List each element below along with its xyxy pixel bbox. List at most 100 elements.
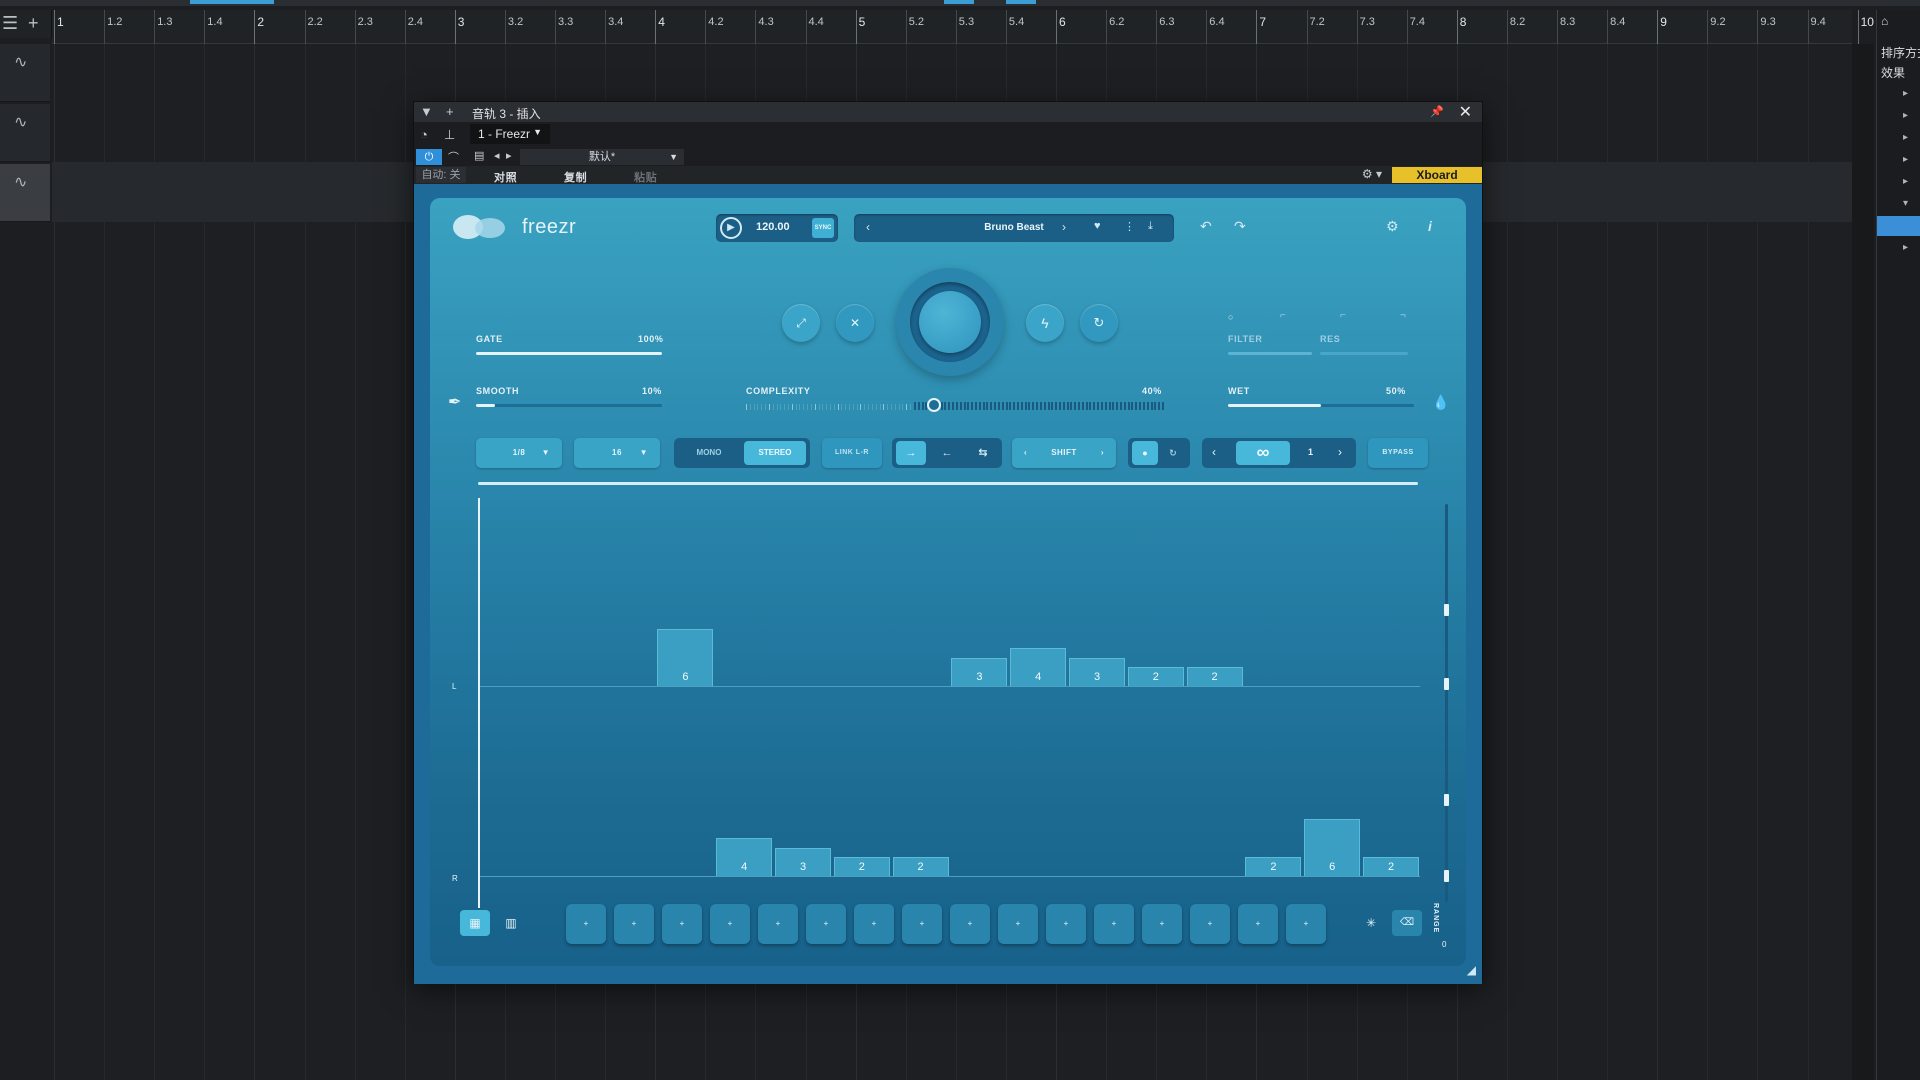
step-button[interactable]: + bbox=[1142, 904, 1182, 944]
play-button[interactable]: ▶ bbox=[720, 217, 742, 239]
effects-tab[interactable]: 效果 bbox=[1881, 64, 1905, 81]
sparkle-icon[interactable]: ✳ bbox=[1356, 910, 1386, 936]
prev-preset-icon[interactable]: ◂ bbox=[494, 149, 500, 162]
loop-prev-chevron-icon[interactable]: ‹ bbox=[1212, 445, 1216, 459]
bandpass-shape-icon[interactable]: ⌐ bbox=[1340, 310, 1346, 321]
vertical-scrollbar[interactable] bbox=[1852, 44, 1874, 1080]
step-button[interactable]: + bbox=[662, 904, 702, 944]
step-button[interactable]: + bbox=[806, 904, 846, 944]
step-button[interactable]: + bbox=[1286, 904, 1326, 944]
plugin-title-bar[interactable]: ▼ + 音轨 3 - 插入 📌 ✕ bbox=[414, 102, 1482, 122]
close-icon[interactable]: ✕ bbox=[1459, 102, 1472, 122]
download-icon[interactable]: ⤓ bbox=[1148, 220, 1153, 233]
step-button[interactable]: + bbox=[1046, 904, 1086, 944]
compare-button[interactable]: 对照 bbox=[494, 169, 517, 185]
highpass-shape-icon[interactable]: ¬ bbox=[1400, 310, 1406, 321]
preset-list-icon[interactable]: ▤ bbox=[474, 149, 484, 162]
undo-icon[interactable]: ↶ bbox=[1200, 218, 1212, 235]
expand-arrow-icon[interactable]: ▸ bbox=[1903, 132, 1908, 143]
expand-arrow-icon[interactable]: ▸ bbox=[1903, 154, 1908, 165]
redo-icon[interactable]: ↷ bbox=[1234, 218, 1246, 235]
shift-right-chevron-icon[interactable]: › bbox=[1101, 438, 1104, 468]
step-button[interactable]: + bbox=[902, 904, 942, 944]
step-button[interactable]: + bbox=[1094, 904, 1134, 944]
link-lr-button[interactable]: LINK L-R bbox=[822, 438, 882, 468]
shift-left-chevron-icon[interactable]: ‹ bbox=[1024, 438, 1027, 468]
insert-slot-dropdown[interactable]: 1 - Freezr ▼ bbox=[470, 124, 550, 144]
tempo-value[interactable]: 120.00 bbox=[756, 221, 790, 233]
add-track-icon[interactable]: + bbox=[28, 14, 39, 32]
range-marker[interactable] bbox=[1444, 870, 1449, 882]
expand-arrow-icon[interactable]: ▸ bbox=[1903, 176, 1908, 187]
menu-icon[interactable]: ☰ bbox=[2, 14, 18, 32]
sidechain-icon[interactable]: ⌒ bbox=[448, 149, 459, 165]
range-marker[interactable] bbox=[1444, 794, 1449, 806]
add-insert-icon[interactable]: + bbox=[446, 104, 454, 119]
randomize-button[interactable]: ⤢ bbox=[782, 304, 820, 342]
more-options-icon[interactable]: ⋮ bbox=[1124, 220, 1135, 233]
steps-dropdown[interactable]: 16 ▼ bbox=[574, 438, 660, 468]
infinity-loop-button[interactable]: ∞ bbox=[1236, 441, 1290, 465]
expand-arrow-icon[interactable]: ▸ bbox=[1903, 110, 1908, 121]
browser-selected-item[interactable] bbox=[1877, 216, 1920, 236]
filter-shape-icon[interactable]: ○ bbox=[1228, 312, 1233, 322]
track-header[interactable]: ∿ bbox=[0, 44, 50, 102]
division-dropdown[interactable]: 1/8 ▼ bbox=[476, 438, 562, 468]
step-button[interactable]: + bbox=[566, 904, 606, 944]
lowpass-shape-icon[interactable]: ⌐ bbox=[1280, 310, 1286, 321]
mono-button[interactable]: MONO bbox=[678, 441, 740, 465]
pin-icon[interactable]: 📌 bbox=[1430, 105, 1444, 118]
direction-forward-button[interactable]: → bbox=[896, 441, 926, 465]
expand-arrow-icon[interactable]: ▸ bbox=[1903, 88, 1908, 99]
direction-pingpong-button[interactable]: ⇆ bbox=[968, 441, 998, 465]
stereo-button[interactable]: STEREO bbox=[744, 441, 806, 465]
next-preset-chevron-icon[interactable]: › bbox=[1062, 220, 1066, 234]
info-icon[interactable]: i bbox=[1428, 218, 1432, 234]
resize-grip-icon[interactable]: ◢ bbox=[1467, 963, 1476, 977]
range-marker[interactable] bbox=[1444, 678, 1449, 690]
lightning-button[interactable]: ϟ bbox=[1026, 304, 1064, 342]
shuffle-button[interactable]: ✕ bbox=[836, 304, 874, 342]
hierarchy-icon[interactable]: ⊥ bbox=[444, 127, 455, 143]
track-header-selected[interactable]: ∿ bbox=[0, 164, 50, 222]
routing-icon[interactable]: ◔ bbox=[420, 127, 428, 142]
step-button[interactable]: + bbox=[614, 904, 654, 944]
sort-label[interactable]: 排序方式 bbox=[1881, 44, 1920, 61]
gear-icon[interactable]: ⚙ ▾ bbox=[1362, 167, 1382, 181]
refresh-button[interactable]: ↻ bbox=[1080, 304, 1118, 342]
heart-icon[interactable]: ♥ bbox=[1094, 220, 1101, 232]
step-button[interactable]: + bbox=[710, 904, 750, 944]
range-slider[interactable] bbox=[1445, 504, 1448, 902]
step-button[interactable]: + bbox=[758, 904, 798, 944]
range-marker[interactable] bbox=[1444, 604, 1449, 616]
record-loop-button[interactable]: ↻ bbox=[1160, 441, 1186, 465]
timeline-ruler[interactable]: 1 1.2 1.3 1.4 2 2.2 2.3 2.4 3 3.2 3.3 3.4 4 4.2 4.3 4.4… bbox=[52, 10, 1874, 44]
complexity-slider[interactable] bbox=[746, 402, 1164, 410]
piano-view-button[interactable]: ▥ bbox=[496, 910, 526, 936]
filter-slider[interactable] bbox=[1228, 352, 1312, 355]
wet-slider[interactable] bbox=[1228, 404, 1414, 407]
record-dot-button[interactable]: ● bbox=[1132, 441, 1158, 465]
clear-steps-icon[interactable]: ⌫ bbox=[1392, 910, 1422, 936]
copy-button[interactable]: 复制 bbox=[564, 169, 587, 185]
step-button[interactable]: + bbox=[854, 904, 894, 944]
bypass-button[interactable]: BYPASS bbox=[1368, 438, 1428, 468]
preset-name[interactable]: Bruno Beast bbox=[914, 222, 1114, 233]
home-icon[interactable]: ⌂ bbox=[1881, 14, 1888, 28]
automation-toggle[interactable]: 自动: 关 bbox=[416, 167, 466, 183]
freeze-knob[interactable] bbox=[919, 291, 981, 353]
grid-view-button[interactable]: ▦ bbox=[460, 910, 490, 936]
step-button[interactable]: + bbox=[950, 904, 990, 944]
track-header[interactable]: ∿ bbox=[0, 104, 50, 162]
collapse-arrow-icon[interactable]: ▼ bbox=[420, 104, 433, 119]
direction-reverse-button[interactable]: ← bbox=[932, 441, 962, 465]
smooth-slider[interactable] bbox=[476, 404, 662, 407]
prev-preset-chevron-icon[interactable]: ‹ bbox=[866, 220, 870, 234]
gear-icon[interactable]: ⚙ bbox=[1386, 218, 1399, 235]
device-label[interactable]: Xboard bbox=[1392, 167, 1482, 183]
collapse-arrow-icon[interactable]: ▾ bbox=[1903, 198, 1908, 209]
gate-slider[interactable] bbox=[476, 352, 662, 355]
plugin-power-button[interactable]: ⏻ bbox=[416, 149, 442, 165]
next-preset-icon[interactable]: ▸ bbox=[506, 149, 512, 162]
step-button[interactable]: + bbox=[1238, 904, 1278, 944]
